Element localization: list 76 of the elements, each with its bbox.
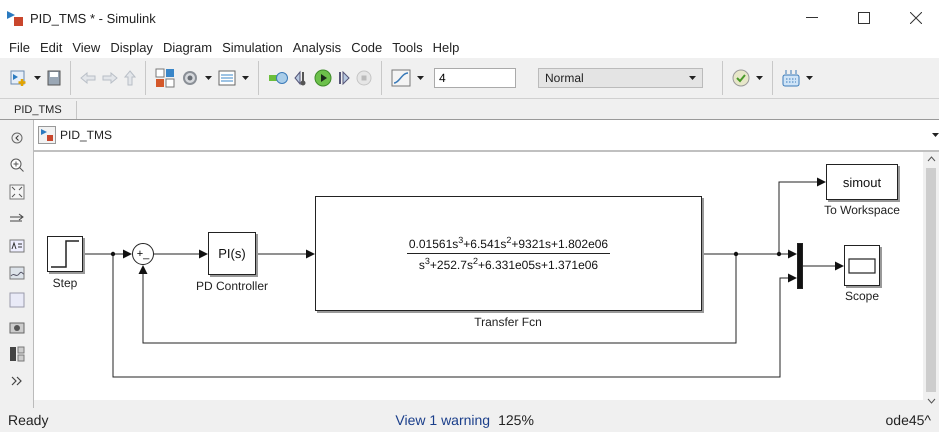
new-model-icon[interactable] <box>10 69 28 87</box>
caret-icon[interactable] <box>34 76 41 80</box>
step-block[interactable] <box>47 236 83 272</box>
menu-item[interactable]: Help <box>428 40 464 54</box>
menu-item[interactable]: Tools <box>387 40 428 54</box>
menu-item[interactable]: Simulation <box>217 40 288 54</box>
menu-item[interactable]: Code <box>346 40 388 54</box>
junction-dot <box>776 252 782 256</box>
junction-dot <box>734 252 738 256</box>
arrow-icon[interactable] <box>8 212 24 224</box>
run-icon[interactable] <box>314 69 332 87</box>
solver-label[interactable]: ode45^ <box>886 412 931 428</box>
zoom-in-icon[interactable] <box>8 156 24 172</box>
signal-grid-icon[interactable] <box>782 69 800 87</box>
library-browser-icon[interactable] <box>155 68 175 88</box>
camera-icon[interactable] <box>8 320 24 334</box>
model-icon[interactable] <box>38 126 56 144</box>
status-text: Ready <box>8 412 50 428</box>
block-label: To Workspace <box>824 203 900 217</box>
menu-item[interactable]: File <box>4 40 35 54</box>
image-icon[interactable] <box>8 266 24 280</box>
minimize-icon <box>806 17 818 19</box>
fit-view-icon[interactable] <box>8 184 24 200</box>
scrollbar-thumb[interactable] <box>926 168 936 392</box>
caret-icon[interactable] <box>932 133 939 137</box>
step-icon <box>50 240 80 268</box>
update-diagram-icon[interactable] <box>268 71 288 85</box>
simulation-mode-dropdown[interactable]: Normal <box>538 68 703 88</box>
signal-line <box>802 262 844 270</box>
step-forward-icon[interactable] <box>338 71 350 85</box>
scroll-up-icon[interactable] <box>926 156 936 162</box>
scroll-down-icon[interactable] <box>926 398 936 404</box>
caret-icon[interactable] <box>417 76 424 80</box>
transfer-function-block[interactable]: 0.01561s$^{3}$+6.541s$^{2}$+9321s+1.802e06 s$^{3}$+252.7s$^{2}$+6.331e05s+1.371e06 <box>315 196 702 311</box>
warning-link[interactable]: View 1 warning <box>395 412 490 428</box>
denominator-text: s$^{3}$+252.7s$^{2}$+6.331e05s+1.371e06 <box>418 255 598 272</box>
expand-chevron-icon[interactable] <box>10 376 22 386</box>
caret-icon[interactable] <box>205 76 212 80</box>
hide-browser-icon[interactable] <box>10 132 22 144</box>
caret-icon[interactable] <box>689 76 696 80</box>
block-label: Transfer Fcn <box>474 315 542 329</box>
sum-block[interactable]: +_ <box>132 243 154 265</box>
zoom-level: 125% <box>498 412 535 428</box>
scope-screen-icon <box>848 258 876 274</box>
menu-item[interactable]: Edit <box>34 40 68 54</box>
window-title: PID_TMS * - Simulink <box>30 10 157 26</box>
annotation-icon[interactable] <box>8 238 24 252</box>
gear-icon[interactable] <box>181 69 199 87</box>
menu-item[interactable]: Display <box>105 40 158 54</box>
caret-icon[interactable] <box>756 76 763 80</box>
sign-text: _ <box>143 248 150 260</box>
sign-text: + <box>136 248 144 260</box>
menu-item[interactable]: Diagram <box>158 40 218 54</box>
save-icon[interactable] <box>47 70 61 86</box>
step-back-icon[interactable] <box>294 70 308 86</box>
scope-curve-icon[interactable] <box>391 69 411 87</box>
model-browser-icon[interactable] <box>8 346 24 362</box>
to-workspace-block[interactable]: simout <box>826 164 898 200</box>
model-explorer-icon[interactable] <box>218 70 236 86</box>
simulink-model-icon[interactable] <box>6 9 24 27</box>
numerator-text: 0.01561s$^{3}$+6.541s$^{2}$+9321s+1.802e06 <box>406 235 610 254</box>
stop-time-field[interactable]: 4 <box>434 68 516 88</box>
menu-item[interactable]: Analysis <box>288 40 346 54</box>
block-label: PD Controller <box>196 279 268 293</box>
controller-block[interactable]: PI(s) <box>208 232 256 275</box>
diagram-canvas[interactable]: Step +_ PI(s) PD Controller 0.01561s$^{3}$+6.541s$^{2}$+9321s+1.802e06 s$^{3}$+252.7s$^{2}$+6.331e05s+1.371e06 Transfer Fcn simout To Workspace Scope <box>34 152 923 400</box>
scope-block[interactable] <box>844 245 880 286</box>
caret-icon[interactable] <box>806 76 813 80</box>
caret-icon[interactable] <box>242 76 249 80</box>
close-icon <box>910 12 922 24</box>
maximize-icon <box>858 12 870 24</box>
junction-dot <box>110 252 116 256</box>
check-icon[interactable] <box>732 69 750 87</box>
menu-item[interactable]: View <box>67 40 106 54</box>
block-label: Step <box>52 276 78 290</box>
block-label: Scope <box>844 289 880 303</box>
